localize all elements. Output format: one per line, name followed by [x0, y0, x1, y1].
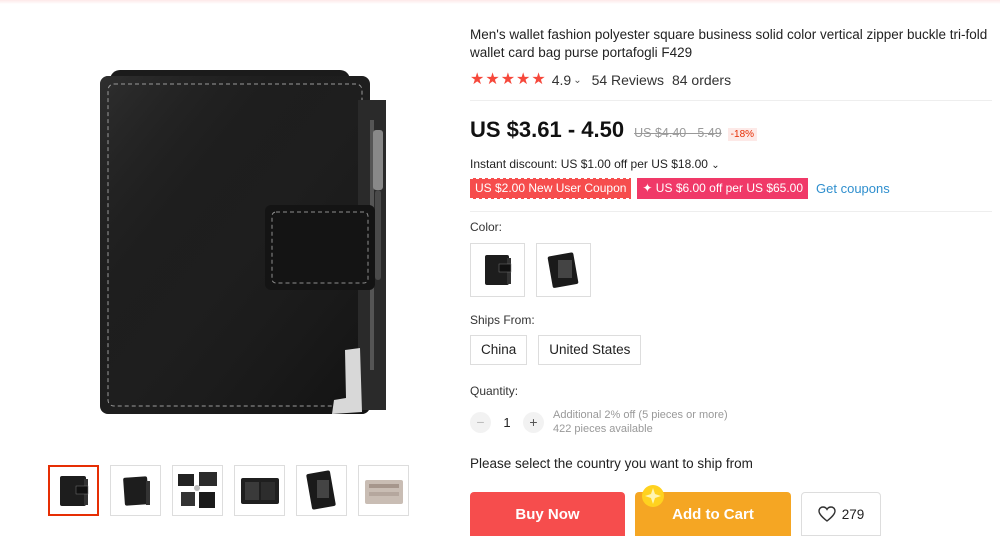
rating-stars: ★ ★ ★ ★ ★	[470, 72, 546, 88]
star-icon: ★	[500, 71, 516, 88]
thumbnail-wallet-open[interactable]	[234, 465, 285, 516]
discount-badge: -18%	[727, 128, 758, 141]
stock-available: 422 pieces available	[553, 423, 653, 435]
product-info-panel: Men's wallet fashion polyester square bu…	[470, 26, 992, 536]
quantity-note: Additional 2% off (5 pieces or more) 422…	[553, 408, 728, 436]
top-shadow-bar	[0, 0, 1000, 4]
star-icon: ★	[531, 71, 546, 88]
original-price: US $4.40 - 5.49	[634, 126, 722, 140]
wishlist-button[interactable]: 279	[801, 492, 881, 536]
instant-discount[interactable]: Instant discount: US $1.00 off per US $1…	[470, 157, 990, 171]
ship-from-united-states[interactable]: United States	[538, 335, 642, 365]
quantity-value[interactable]: 1	[491, 415, 523, 430]
thumbnail-wallet-angle[interactable]	[110, 465, 161, 516]
ships-from-options: China United States	[470, 335, 990, 365]
star-icon: ★	[516, 71, 531, 88]
main-product-image[interactable]	[40, 40, 420, 440]
current-price: US $3.61 - 4.50	[470, 117, 625, 142]
heart-icon	[818, 506, 836, 522]
price-row: US $3.61 - 4.50 US $4.40 - 5.49 -18%	[470, 117, 990, 143]
color-option-black-open[interactable]	[536, 243, 591, 297]
thumbnail-wallet-front[interactable]	[48, 465, 99, 516]
star-icon: ★	[485, 71, 500, 88]
thumbnail-wallet-brown[interactable]	[358, 465, 409, 516]
quantity-increase-button[interactable]: +	[523, 411, 544, 433]
add-to-cart-button[interactable]: Add to Cart	[635, 485, 791, 536]
wishlist-count: 279	[841, 506, 865, 522]
get-coupons-link[interactable]: Get coupons	[816, 181, 890, 196]
ships-from-label: Ships From:	[470, 313, 535, 327]
buy-now-button[interactable]: Buy Now	[470, 492, 625, 536]
rating-score[interactable]: 4.9	[552, 72, 571, 88]
chevron-down-icon: ⌄	[711, 160, 720, 171]
quantity-decrease-button[interactable]: −	[470, 411, 491, 433]
instant-discount-text: Instant discount: US $1.00 off per US $1…	[470, 157, 708, 171]
new-user-coupon[interactable]: US $2.00 New User Coupon	[470, 177, 632, 200]
shipping-prompt: Please select the country you want to sh…	[470, 456, 753, 471]
bulk-discount-note: Additional 2% off (5 pieces or more)	[553, 409, 728, 421]
product-title: Men's wallet fashion polyester square bu…	[470, 27, 988, 60]
action-buttons: Buy Now Add to Cart 279	[470, 485, 990, 536]
divider	[470, 211, 992, 212]
add-to-cart-label: Add to Cart	[672, 505, 754, 523]
color-label: Color:	[470, 220, 503, 234]
coupon-row: US $2.00 New User Coupon ✦ US $6.00 off …	[470, 177, 990, 200]
thumbnail-strip	[48, 465, 409, 516]
thumbnail-wallet-contents[interactable]	[172, 465, 223, 516]
color-options	[470, 243, 990, 297]
orders-count: 84 orders	[671, 72, 732, 88]
thumbnail-wallet-black-open[interactable]	[296, 465, 347, 516]
quantity-stepper: − 1 + Additional 2% off (5 pieces or mor…	[470, 408, 990, 436]
chevron-down-icon[interactable]: ⌄	[573, 75, 581, 86]
divider	[470, 100, 992, 101]
store-coupon[interactable]: ✦ US $6.00 off per US $65.00	[637, 178, 809, 199]
quantity-label: Quantity:	[470, 384, 519, 398]
reviews-link[interactable]: 54 Reviews	[592, 72, 664, 88]
star-icon: ★	[470, 71, 485, 88]
color-option-black-front[interactable]	[470, 243, 525, 297]
ship-from-china[interactable]: China	[470, 335, 528, 365]
rating-row: ★ ★ ★ ★ ★ 4.9 ⌄ 54 Reviews 84 orders	[470, 72, 990, 89]
sparkle-icon	[642, 485, 664, 507]
